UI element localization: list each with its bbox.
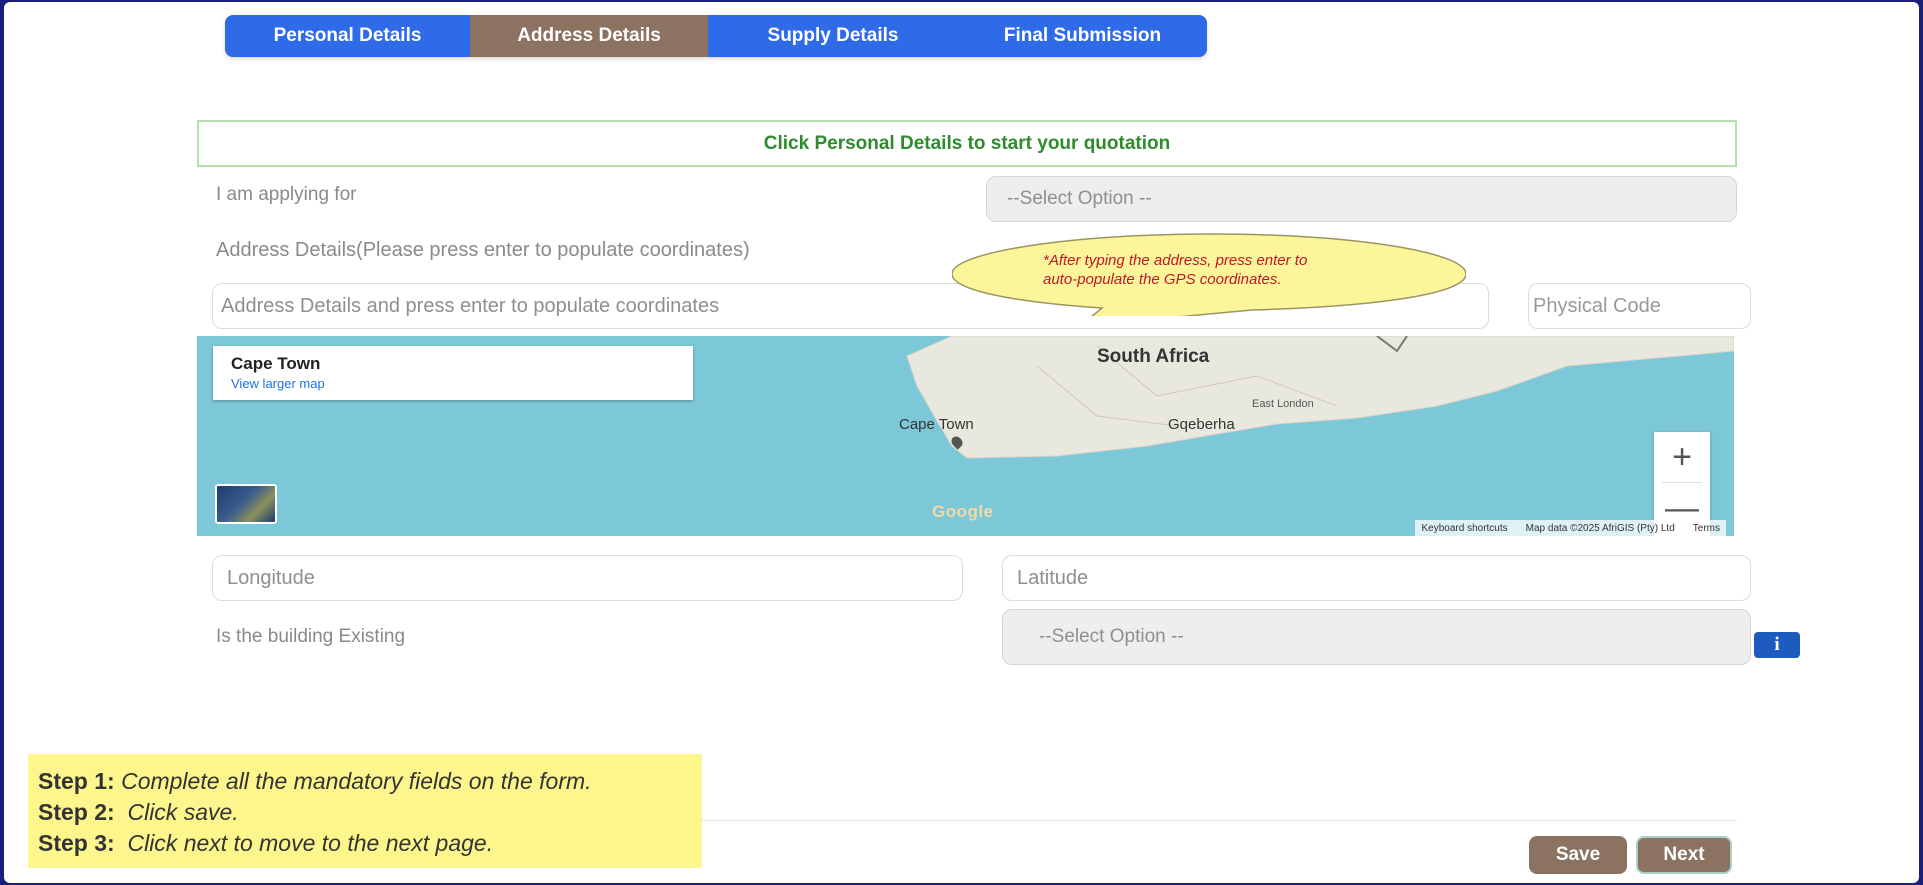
terms-link[interactable]: Terms xyxy=(1693,523,1720,534)
tooltip-line-2: auto-populate the GPS coordinates. xyxy=(1043,271,1282,288)
instructions-box: Step 1: Complete all the mandatory field… xyxy=(28,754,702,868)
save-button[interactable]: Save xyxy=(1529,836,1627,874)
building-existing-select[interactable]: --Select Option -- xyxy=(1002,609,1751,665)
map-label-country: South Africa xyxy=(1097,346,1210,367)
building-existing-label: Is the building Existing xyxy=(216,626,406,647)
map-data-credit: Map data ©2025 AfriGIS (Pty) Ltd xyxy=(1525,522,1675,534)
info-icon[interactable]: i xyxy=(1754,632,1800,658)
view-larger-map-link[interactable]: View larger map xyxy=(231,376,693,391)
longitude-input[interactable]: Longitude xyxy=(212,555,963,601)
map-label-cape-town: Cape Town xyxy=(899,416,974,433)
tab-personal-details[interactable]: Personal Details xyxy=(225,15,470,57)
step-1: Step 1: Complete all the mandatory field… xyxy=(38,768,592,794)
map-attribution: Keyboard shortcuts Map data ©2025 AfriGI… xyxy=(1415,520,1726,536)
map-label-gqeberha: Gqeberha xyxy=(1168,416,1235,433)
map-embed[interactable]: Cape Town View larger map South Africa C… xyxy=(197,336,1734,536)
zoom-in-button[interactable]: + xyxy=(1654,432,1710,482)
page: Personal Details Address Details Supply … xyxy=(4,2,1919,883)
map-place-title: Cape Town xyxy=(231,354,321,373)
tab-final-submission[interactable]: Final Submission xyxy=(958,15,1207,57)
tab-supply-details[interactable]: Supply Details xyxy=(708,15,958,57)
step-2: Step 2: Click save. xyxy=(38,799,239,825)
next-button[interactable]: Next xyxy=(1636,836,1732,874)
map-place-card: Cape Town View larger map xyxy=(213,346,693,400)
latitude-input[interactable]: Latitude xyxy=(1002,555,1751,601)
tab-address-details[interactable]: Address Details xyxy=(470,15,708,57)
footer-divider xyxy=(701,820,1737,821)
physical-code-input[interactable]: Physical Code xyxy=(1528,283,1751,329)
address-details-label: Address Details(Please press enter to po… xyxy=(216,239,750,261)
tooltip-line-1: *After typing the address, press enter t… xyxy=(1043,252,1308,269)
instruction-banner: Click Personal Details to start your quo… xyxy=(197,120,1737,167)
map-label-east-london: East London xyxy=(1252,398,1314,410)
keyboard-shortcuts-link[interactable]: Keyboard shortcuts xyxy=(1421,523,1507,534)
tab-bar: Personal Details Address Details Supply … xyxy=(225,15,1207,57)
step-3: Step 3: Click next to move to the next p… xyxy=(38,830,494,856)
address-tooltip-callout: *After typing the address, press enter t… xyxy=(952,230,1466,316)
google-logo: Google xyxy=(932,502,994,521)
applying-for-select[interactable]: --Select Option -- xyxy=(986,176,1737,222)
map-layer-toggle[interactable] xyxy=(215,484,277,524)
applying-for-label: I am applying for xyxy=(216,184,357,205)
